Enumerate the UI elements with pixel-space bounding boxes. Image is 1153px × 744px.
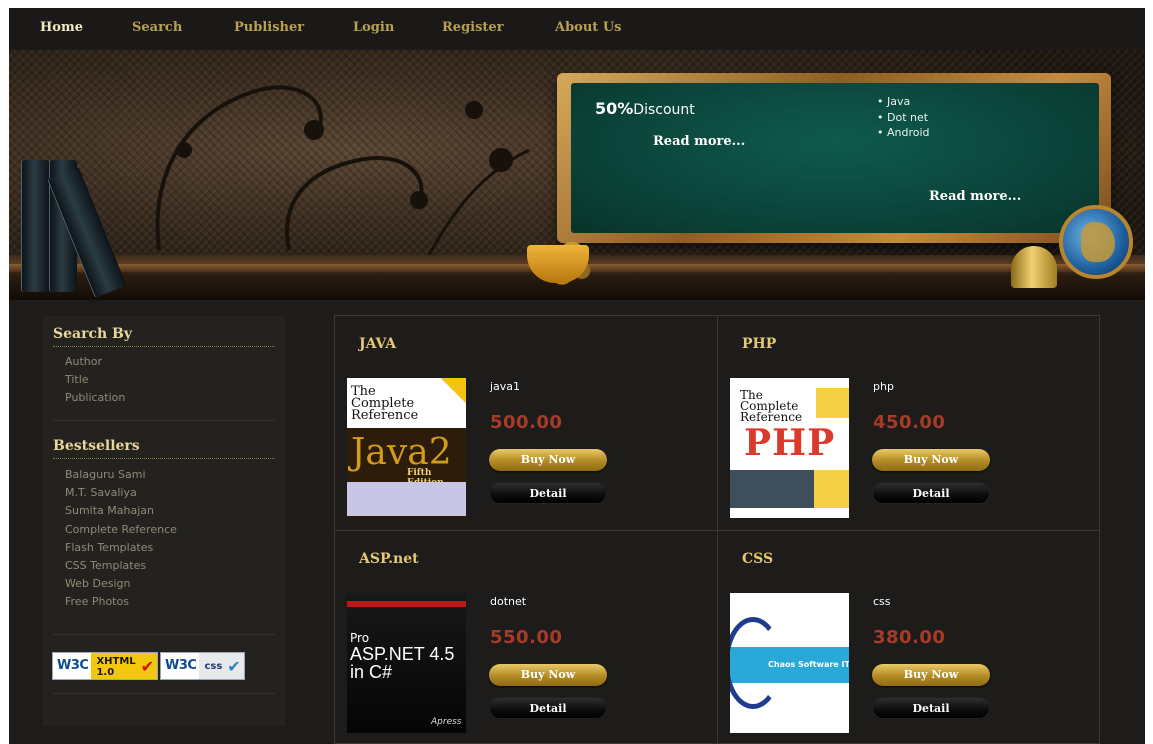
cover-lower-tag [814,470,849,510]
bestseller-link[interactable]: Balaguru Sami [65,466,177,484]
product-price: 500.00 [490,412,563,433]
product-category-title: CSS [742,551,774,567]
sidebar: Search By Author Title Publication Bests… [43,316,285,726]
promo-topic-item: Dot net [877,110,930,126]
cover-strip [347,482,466,516]
product-price: 380.00 [873,627,946,648]
promo-topic-list: Java Dot net Android [877,94,930,141]
search-by-author-link[interactable]: Author [65,353,125,371]
cover-stripe [347,601,466,607]
globe-land-shape [1081,222,1115,262]
php-book-cover-image[interactable]: The Complete Reference PHP [730,378,849,518]
cover-publisher: Apress [431,717,462,727]
product-price: 550.00 [490,627,563,648]
read-more-link-right[interactable]: Read more... [929,189,1021,204]
xhtml-badge-kind: XHTML 1.0 [91,653,141,679]
product-category-title: PHP [742,336,777,352]
java-book-cover-image[interactable]: The Complete Reference Java2 Fifth Editi… [347,378,466,518]
section-divider [53,420,275,421]
css-book-cover-image[interactable]: Chaos Software IT Pvt. Ltd. [730,593,849,733]
cover-pro-label: Pro [350,631,370,645]
w3c-logo-text: W3C [53,653,92,679]
product-card-php: PHP The Complete Reference PHP php 450.0… [718,316,1100,530]
section-divider [53,693,275,694]
product-card-java: JAVA The Complete Reference Java2 Fifth … [335,316,717,530]
bestseller-link[interactable]: M.T. Savaliya [65,484,177,502]
cover-band-text: Chaos Software IT Pvt. Ltd. [768,660,849,669]
product-card-aspnet: ASP.net Pro ASP.NET 4.5 in C# Apress dot… [335,531,717,744]
section-divider [53,634,275,635]
heading-underline [53,346,275,347]
bestseller-link[interactable]: Web Design [65,575,177,593]
nav-home[interactable]: Home [40,20,83,35]
discount-promo: 50%Discount [595,99,695,118]
cover-big-text: PHP [744,422,836,464]
hero-banner [9,50,1145,300]
checkmark-icon: ✔ [227,653,244,679]
nav-search[interactable]: Search [132,20,182,35]
detail-button[interactable]: Detail [489,697,607,719]
xhtml-label: XHTML [96,656,136,667]
cover-title: The Complete Reference [740,389,802,423]
cover-line: in C# [350,662,393,682]
read-more-link-left[interactable]: Read more... [653,134,745,149]
product-name: css [873,595,891,608]
cover-line: ASP.NET 4.5 [350,644,455,664]
cover-title: The Complete Reference [351,385,419,423]
heading-underline [53,458,275,459]
bestsellers-list: Balaguru Sami M.T. Savaliya Sumita Mahaj… [65,466,177,612]
bestseller-link[interactable]: Flash Templates [65,539,177,557]
cover-line: Reference [351,408,419,423]
product-name: php [873,380,894,393]
buy-now-button[interactable]: Buy Now [489,449,607,471]
bestsellers-heading: Bestsellers [53,438,140,454]
cover-big-text: Java2 [351,432,452,473]
w3c-logo-text: W3C [161,653,200,679]
detail-button[interactable]: Detail [489,482,607,504]
w3c-css-badge[interactable]: W3C css ✔ [160,652,245,680]
product-card-css: CSS Chaos Software IT Pvt. Ltd. css 380.… [718,531,1100,744]
search-by-list: Author Title Publication [65,353,125,408]
buy-now-button[interactable]: Buy Now [489,664,607,686]
aspnet-book-cover-image[interactable]: Pro ASP.NET 4.5 in C# Apress [347,593,466,733]
product-name: java1 [490,380,521,393]
book-icon [21,160,49,292]
product-price: 450.00 [873,412,946,433]
detail-button[interactable]: Detail [872,697,990,719]
top-nav: Home Search Publisher Login Register Abo… [9,8,1145,50]
promo-topic-item: Java [877,94,930,110]
search-by-title-link[interactable]: Title [65,371,125,389]
discount-label: Discount [633,102,695,118]
bestseller-link[interactable]: Free Photos [65,593,177,611]
w3c-xhtml-badge[interactable]: W3C XHTML 1.0 ✔ [52,652,159,680]
bestseller-link[interactable]: Complete Reference [65,521,177,539]
buy-now-button[interactable]: Buy Now [872,449,990,471]
buy-now-button[interactable]: Buy Now [872,664,990,686]
detail-button[interactable]: Detail [872,482,990,504]
nav-register[interactable]: Register [442,20,504,35]
bestseller-link[interactable]: CSS Templates [65,557,177,575]
discount-percent: 50% [595,99,634,118]
product-category-title: JAVA [359,336,397,352]
bestseller-link[interactable]: Sumita Mahajan [65,502,177,520]
cover-tag [816,388,849,418]
product-name: dotnet [490,595,527,608]
checkmark-icon: ✔ [140,653,158,679]
promo-topic-item: Android [877,125,930,141]
cover-title: ASP.NET 4.5 in C# [350,645,454,681]
product-grid: JAVA The Complete Reference Java2 Fifth … [334,315,1101,744]
xhtml-version: 1.0 [96,667,115,678]
product-category-title: ASP.net [359,551,419,567]
nav-about-us[interactable]: About Us [555,20,622,35]
bell-icon [1011,246,1057,288]
cover-footer [730,508,849,518]
css-badge-kind: css [199,653,228,679]
page-frame: Home Search Publisher Login Register Abo… [9,8,1145,744]
search-by-heading: Search By [53,326,133,342]
search-by-publication-link[interactable]: Publication [65,389,125,407]
nav-login[interactable]: Login [353,20,394,35]
nav-publisher[interactable]: Publisher [234,20,304,35]
floral-swirl-decoration [155,85,530,255]
